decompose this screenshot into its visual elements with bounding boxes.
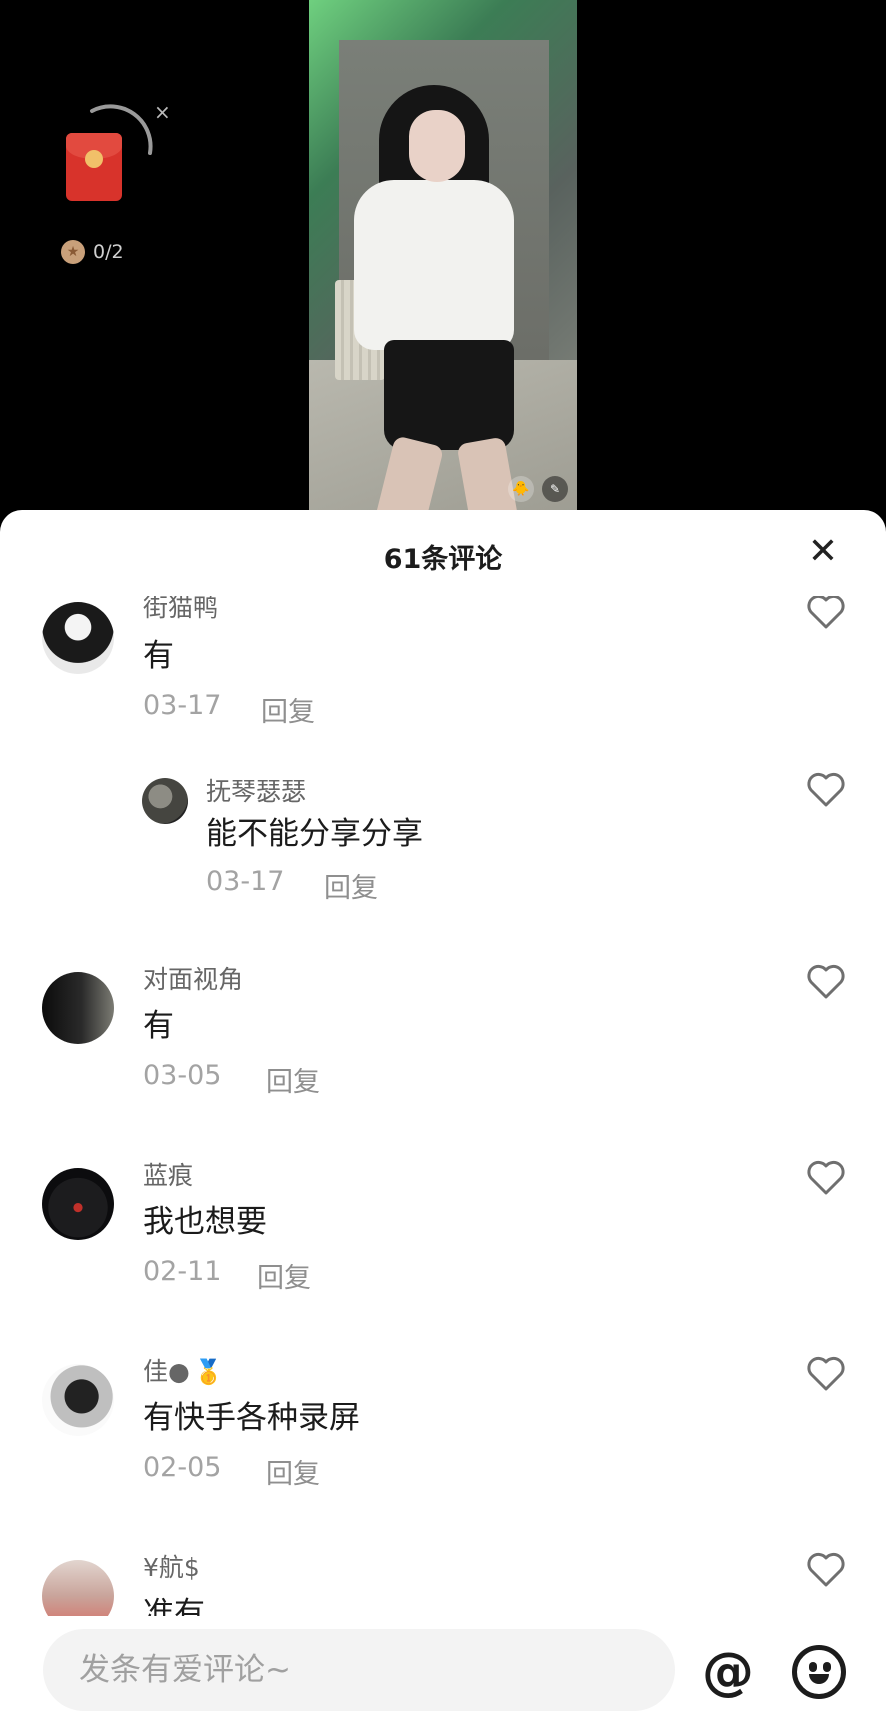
comment-item: 蓝痕 我也想要 02-11 回复 (0, 1160, 886, 1332)
reply-button[interactable]: 回复 (266, 1452, 320, 1491)
comment-username[interactable]: 蓝痕 (143, 1156, 193, 1192)
reply-button[interactable]: 回复 (261, 690, 315, 729)
heart-icon[interactable] (806, 772, 846, 808)
avatar[interactable] (42, 1364, 114, 1436)
avatar[interactable] (42, 1560, 114, 1616)
medal-icon: 🥇 (193, 1358, 224, 1386)
comment-panel: 61条评论 ✕ 街猫鸭 有 03-17 回复 抚琴瑟瑟 能不能分享分享 03-1… (0, 510, 886, 1729)
video-frame[interactable] (309, 0, 577, 520)
comment-username[interactable]: 对面视角 (143, 960, 243, 996)
avatar[interactable] (42, 1168, 114, 1240)
reply-button[interactable]: 回复 (266, 1060, 320, 1099)
comment-item: 佳● 🥇 有快手各种录屏 02-05 回复 (0, 1356, 886, 1528)
emoji-eye (809, 1662, 817, 1672)
duck-icon[interactable]: 🐥 (508, 476, 534, 502)
emoji-mouth (809, 1674, 829, 1684)
comment-date: 03-17 (143, 690, 222, 721)
comment-date: 02-11 (143, 1256, 222, 1287)
panel-title: 61条评论 (383, 544, 503, 575)
video-dancer-shorts (384, 340, 514, 450)
reply-button[interactable]: 回复 (257, 1256, 311, 1295)
at-icon[interactable]: @ (700, 1644, 756, 1700)
comment-item: ¥航$ 准有 (0, 1552, 886, 1616)
heart-icon[interactable] (806, 1160, 846, 1196)
comment-text: 我也想要 (143, 1204, 267, 1240)
emoji-eye (823, 1662, 831, 1672)
heart-icon[interactable] (806, 596, 846, 630)
avatar[interactable] (42, 972, 114, 1044)
close-icon[interactable]: ✕ (805, 534, 841, 570)
comment-text: 有 (143, 1008, 174, 1044)
comment-list[interactable]: 街猫鸭 有 03-17 回复 抚琴瑟瑟 能不能分享分享 03-17 回复 对面视… (0, 596, 886, 1616)
reward-progress-text: 0/2 (93, 241, 124, 263)
emoji-icon[interactable] (792, 1645, 846, 1699)
heart-icon[interactable] (806, 1356, 846, 1392)
comment-input[interactable] (79, 1629, 639, 1711)
comment-username-text[interactable]: 佳● (143, 1357, 190, 1386)
comment-item: 街猫鸭 有 03-17 回复 (0, 596, 886, 766)
close-icon[interactable]: × (154, 102, 171, 122)
comment-username[interactable]: ¥航$ (143, 1548, 200, 1584)
comment-date: 03-05 (143, 1060, 222, 1091)
coin-icon: ★ (61, 240, 85, 264)
comment-input-bar[interactable] (43, 1629, 675, 1711)
comment-item: 对面视角 有 03-05 回复 (0, 964, 886, 1136)
avatar[interactable] (142, 778, 188, 824)
comment-date: 03-17 (206, 866, 285, 897)
comment-reply-item: 抚琴瑟瑟 能不能分享分享 03-17 回复 (0, 770, 886, 940)
note-icon[interactable]: ✎ (542, 476, 568, 502)
comment-date: 02-05 (143, 1452, 222, 1483)
video-player[interactable]: 🐥 ✎ × ★ 0/2 (0, 0, 886, 540)
avatar[interactable] (42, 602, 114, 674)
video-dancer-face (409, 110, 465, 182)
reward-progress-arc (90, 104, 153, 155)
heart-icon[interactable] (806, 1552, 846, 1588)
comment-username[interactable]: 抚琴瑟瑟 (206, 772, 306, 808)
comment-text: 准有 (143, 1596, 205, 1616)
comment-text: 能不能分享分享 (206, 816, 423, 852)
heart-icon[interactable] (806, 964, 846, 1000)
reply-button[interactable]: 回复 (324, 866, 378, 905)
video-dancer-shirt (354, 180, 514, 350)
comment-username[interactable]: 街猫鸭 (143, 596, 218, 624)
comment-text: 有 (143, 638, 174, 674)
comment-username[interactable]: 佳● 🥇 (143, 1352, 224, 1388)
comment-text: 有快手各种录屏 (143, 1400, 360, 1436)
